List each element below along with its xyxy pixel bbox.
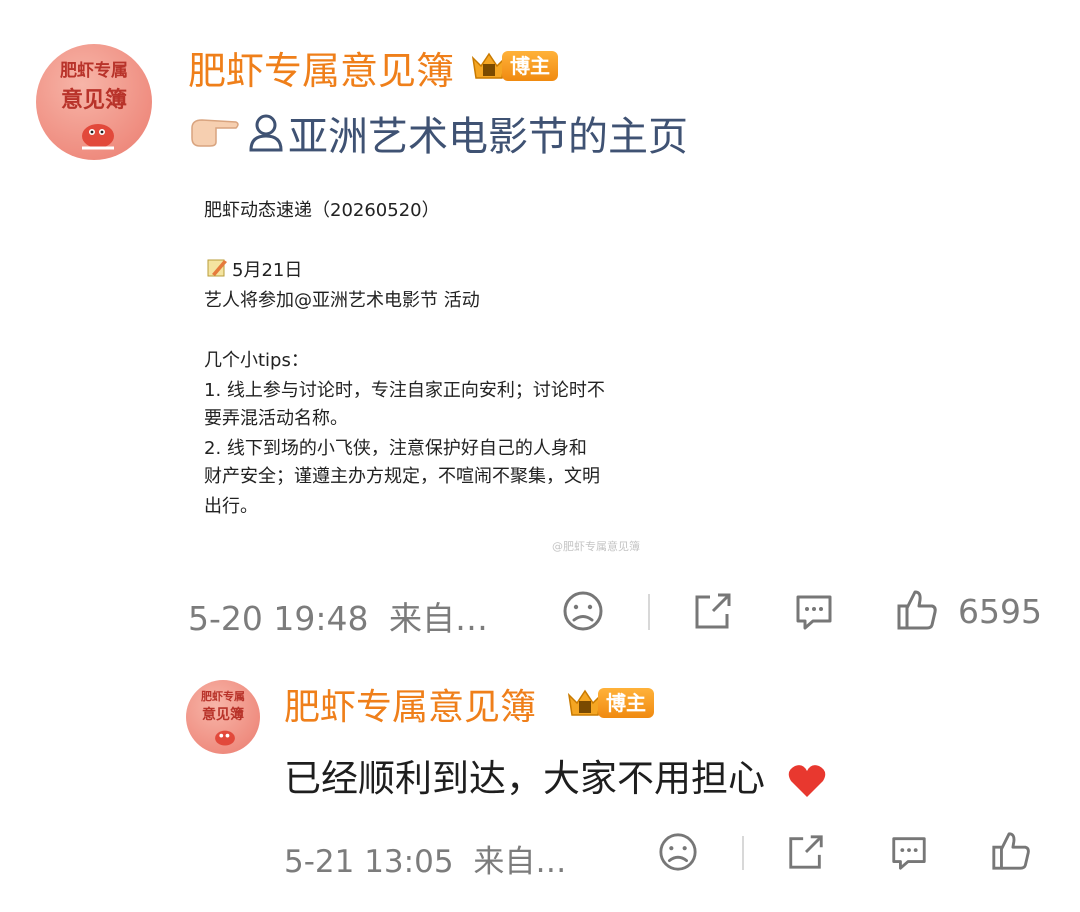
post-image[interactable]: 肥虾动态速递（20260520） 5月21日 艺人将参加@亚洲艺术电影节 活动 …: [192, 192, 672, 562]
timestamp-text: 5-20 19:48: [188, 599, 369, 638]
image-line-10: 财产安全；谨遵主办方规定，不喧闹不聚集，文明: [204, 466, 600, 487]
blogger-badge: 博主: [566, 686, 654, 720]
post-author-name[interactable]: 肥虾专属意见簿: [188, 40, 454, 95]
action-separator: [742, 836, 744, 870]
comment-author-name[interactable]: 肥虾专属意见簿: [284, 678, 536, 730]
comment-body: 已经顺利到达，大家不用担心: [284, 748, 827, 802]
memo-icon: [206, 256, 228, 287]
comment-icon[interactable]: [889, 832, 929, 876]
watermark: @肥虾专属意见簿: [552, 540, 640, 553]
badge-label: 博主: [502, 51, 558, 81]
comment-text: 已经顺利到达，大家不用担心: [284, 757, 765, 800]
shrimp-illustration-icon: [82, 124, 114, 150]
comment-avatar[interactable]: 肥虾专属 意见簿: [186, 680, 260, 754]
share-icon[interactable]: [786, 832, 826, 876]
avatar-text-bottom: 意见簿: [202, 707, 244, 723]
thumbs-up-icon[interactable]: [895, 588, 939, 636]
topic-link[interactable]: 亚洲艺术电影节的主页: [288, 104, 688, 162]
source-text[interactable]: 来自…: [473, 844, 566, 880]
avatar-text-top: 肥虾专属: [201, 690, 245, 703]
image-line-9: 2. 线下到场的小飞侠，注意保护好自己的人身和: [204, 438, 587, 459]
image-line-1: 肥虾动态速递（20260520）: [204, 200, 440, 221]
image-line-11: 出行。: [204, 496, 258, 517]
shrimp-illustration-icon: [215, 730, 235, 746]
post-avatar[interactable]: 肥虾专属 意见簿: [36, 44, 152, 160]
image-line-3: 5月21日: [232, 260, 303, 281]
share-icon[interactable]: [692, 590, 734, 636]
blogger-badge: 博主: [470, 49, 558, 83]
post-timestamp: 5-20 19:48 来自…: [188, 592, 488, 640]
source-text[interactable]: 来自…: [389, 599, 488, 638]
frown-face-icon[interactable]: [562, 590, 604, 636]
user-icon: [248, 112, 284, 156]
badge-label: 博主: [598, 688, 654, 718]
comment-icon[interactable]: [793, 590, 835, 636]
heart-icon: [788, 764, 826, 797]
pointing-hand-icon: [190, 110, 240, 150]
avatar-text-top: 肥虾专属: [60, 61, 128, 81]
timestamp-text: 5-21 13:05: [284, 844, 454, 880]
comment-timestamp: 5-21 13:05 来自…: [284, 836, 566, 881]
image-line-7: 1. 线上参与讨论时，专注自家正向安利；讨论时不: [204, 380, 605, 401]
like-count: 6595: [958, 592, 1042, 631]
thumbs-up-icon[interactable]: [990, 830, 1032, 876]
frown-face-icon[interactable]: [658, 832, 698, 876]
image-line-4: 艺人将参加@亚洲艺术电影节 活动: [204, 290, 480, 311]
action-separator: [648, 594, 650, 630]
image-line-8: 要弄混活动名称。: [204, 408, 348, 429]
image-line-6: 几个小tips：: [204, 350, 309, 371]
